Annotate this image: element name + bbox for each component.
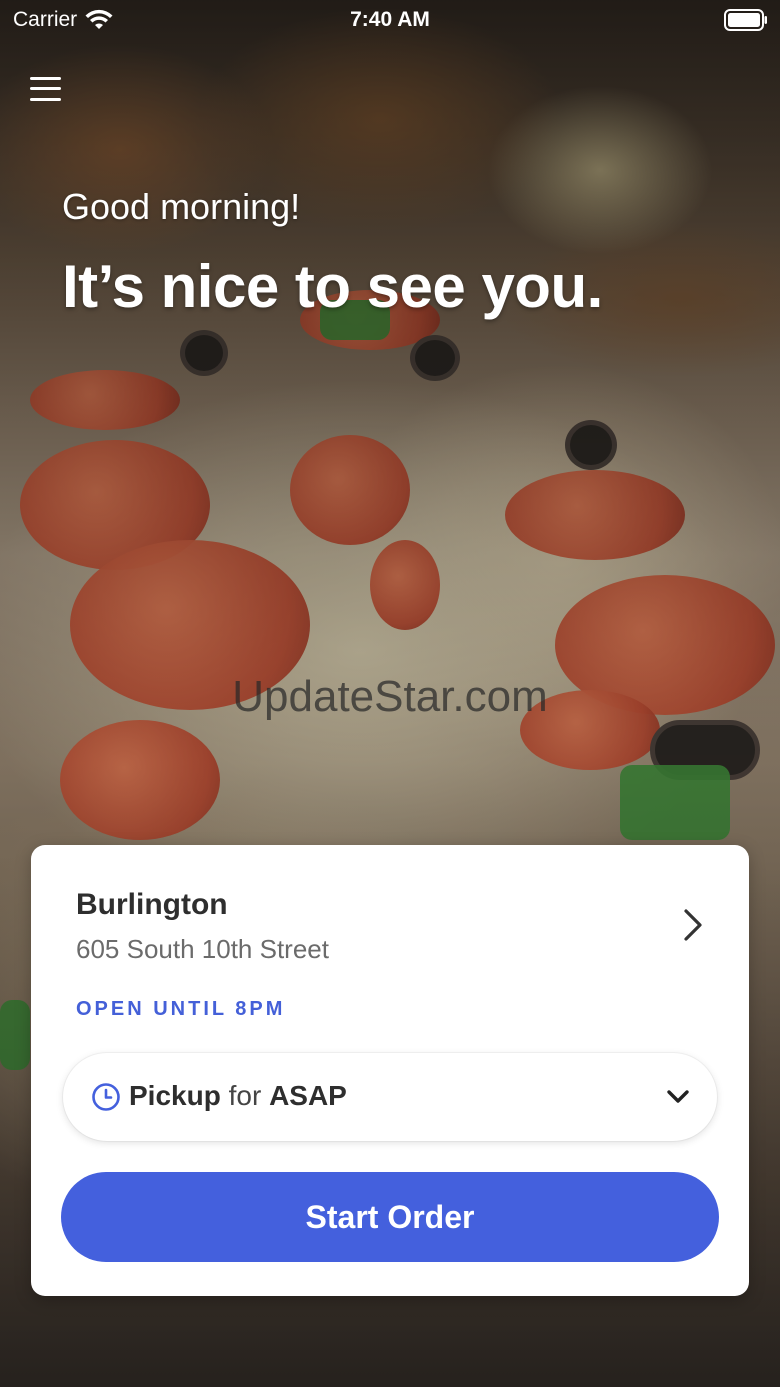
order-connector-label: for xyxy=(228,1080,262,1111)
order-time-label: ASAP xyxy=(269,1080,347,1111)
battery-icon xyxy=(724,9,767,31)
store-hours-status: OPEN UNTIL 8PM xyxy=(76,998,286,1020)
order-summary-text: Pickup for ASAP xyxy=(129,1080,347,1112)
order-type-time-dropdown[interactable]: Pickup for ASAP xyxy=(63,1053,717,1141)
location-selector[interactable]: Burlington 605 South 10th Street xyxy=(31,845,749,985)
location-address: 605 South 10th Street xyxy=(76,934,329,964)
welcome-headline: It’s nice to see you. xyxy=(62,253,603,320)
greeting-text: Good morning! xyxy=(62,186,301,227)
hamburger-menu-icon[interactable] xyxy=(30,74,62,104)
location-card: Burlington 605 South 10th Street OPEN UN… xyxy=(31,845,749,1296)
order-type-label: Pickup xyxy=(129,1080,221,1111)
status-bar: Carrier 7:40 AM xyxy=(0,0,780,40)
start-order-button[interactable]: Start Order xyxy=(61,1172,719,1262)
watermark-text: UpdateStar.com xyxy=(232,672,548,721)
clock-time: 7:40 AM xyxy=(350,8,430,31)
home-screen: Carrier 7:40 AM Good morning! It’s nice … xyxy=(0,0,780,1387)
clock-icon xyxy=(92,1083,120,1111)
chevron-down-icon xyxy=(667,1090,689,1103)
location-name: Burlington xyxy=(76,888,228,921)
chevron-right-icon xyxy=(684,909,702,941)
